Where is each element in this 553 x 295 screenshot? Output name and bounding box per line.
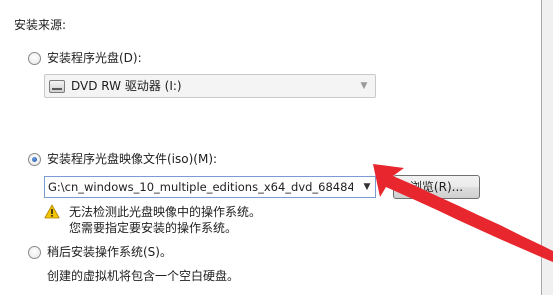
- chevron-down-icon: ▼: [360, 81, 368, 91]
- radio-installer-disc[interactable]: [28, 52, 41, 65]
- radio-iso-image[interactable]: [28, 153, 41, 166]
- browse-button[interactable]: 浏览(R)...: [393, 175, 480, 199]
- iso-image-label[interactable]: 安装程序光盘映像文件(iso)(M):: [47, 151, 217, 167]
- warning-line-2: 您需要指定要安装的操作系统。: [69, 221, 238, 235]
- chevron-down-icon[interactable]: ▼: [360, 179, 374, 195]
- warning-line-1: 无法检测此光盘映像中的操作系统。: [69, 205, 262, 219]
- optical-drive-icon: [49, 80, 65, 93]
- iso-path-combobox[interactable]: G:\cn_windows_10_multiple_editions_x64_d…: [44, 176, 376, 198]
- dialog-right-edge: [541, 0, 553, 295]
- install-later-description: 创建的虚拟机将包含一个空白硬盘。: [47, 269, 240, 283]
- drive-select: DVD RW 驱动器 (I:) ▼: [44, 74, 376, 98]
- iso-path-value[interactable]: G:\cn_windows_10_multiple_editions_x64_d…: [48, 179, 353, 195]
- installer-disc-label[interactable]: 安装程序光盘(D):: [47, 50, 142, 66]
- drive-select-value: DVD RW 驱动器 (I:): [71, 79, 182, 93]
- warning-icon: [44, 204, 60, 219]
- radio-install-later[interactable]: [28, 246, 41, 259]
- install-source-heading: 安装来源:: [14, 18, 67, 32]
- install-later-label[interactable]: 稍后安装操作系统(S)。: [47, 244, 172, 260]
